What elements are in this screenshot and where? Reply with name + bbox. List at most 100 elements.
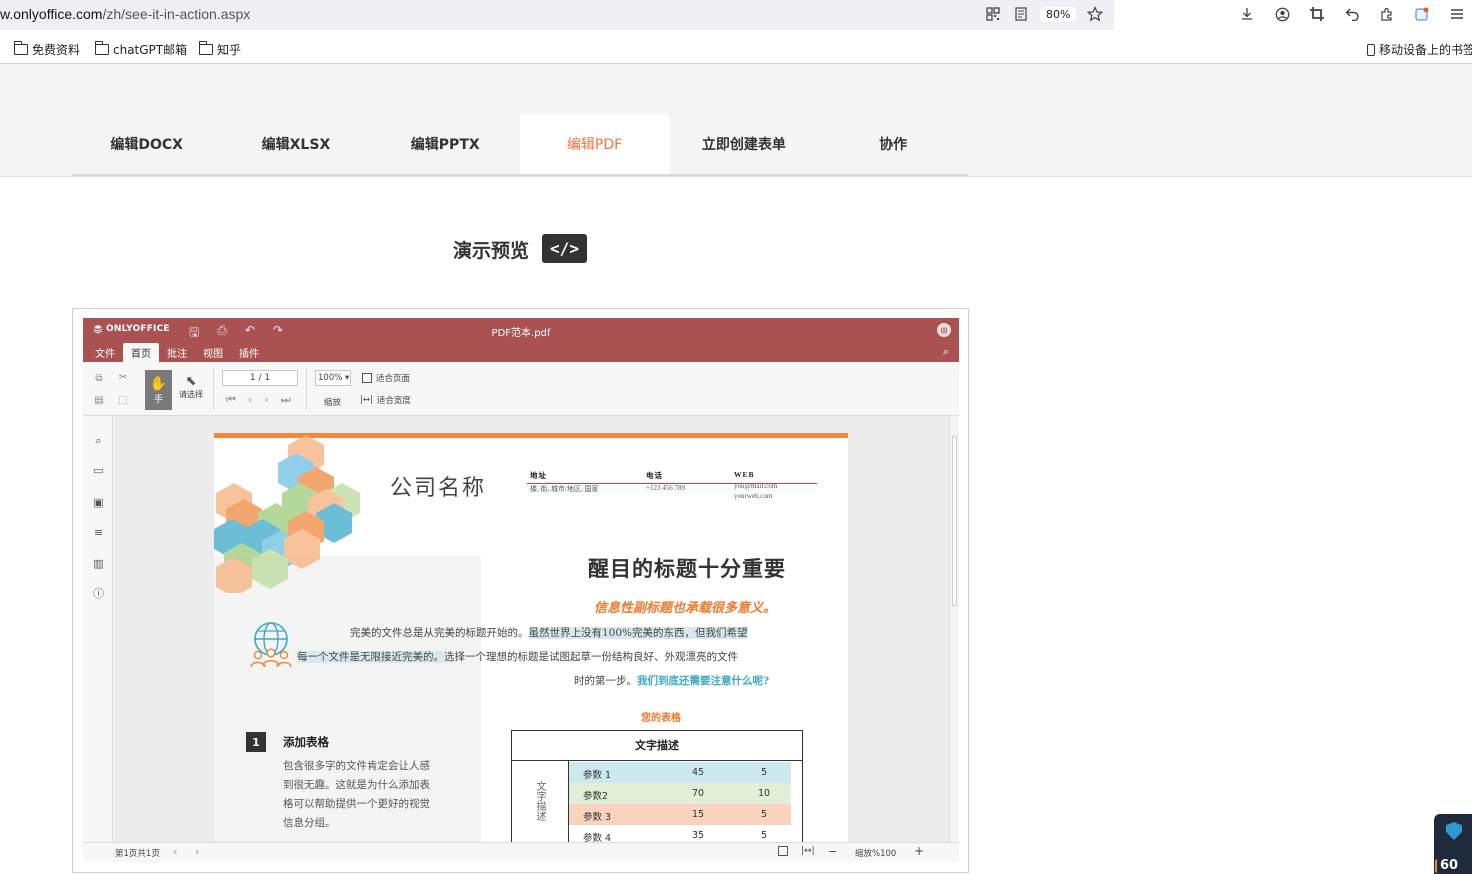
menu-plugins[interactable]: 插件 xyxy=(231,343,267,362)
editor-frame: ONLYOFFICE 🖫 ⎙ ↶ ↷ PDF范本.pdf ⊞ 文件 首页 批注 … xyxy=(72,308,969,873)
paste-icon[interactable]: ▤ xyxy=(93,395,105,406)
search-icon[interactable]: ⌕ xyxy=(92,434,105,447)
row-value-b: 10 xyxy=(758,788,771,799)
info-icon[interactable]: ⓘ xyxy=(92,587,105,600)
bookmark-folder-chatgpt-mail[interactable]: chatGPT邮箱 xyxy=(95,41,187,58)
security-widget[interactable]: 60 xyxy=(1434,814,1472,874)
bookmark-folder-zhihu[interactable]: 知乎 xyxy=(199,41,241,58)
chat-icon[interactable]: ▣ xyxy=(92,496,105,509)
address-heading: 地址 xyxy=(530,471,547,480)
paragraph-text: 选择一个理想的标题是试图起草一份结构良好、外观漂亮的文件 xyxy=(444,651,738,663)
menu-file[interactable]: 文件 xyxy=(87,343,123,362)
page-count-status: 第1页共1页 xyxy=(115,849,160,859)
table-row: 参数 4 35 5 xyxy=(569,825,791,842)
scrollbar-thumb[interactable] xyxy=(952,436,957,606)
app-menu-icon[interactable] xyxy=(1448,5,1466,23)
copy-icon[interactable]: ⧉ xyxy=(93,373,105,384)
navigation-icon[interactable]: ≡ xyxy=(92,526,105,539)
thumbnails-icon[interactable]: ▥ xyxy=(92,557,105,570)
address-bar[interactable]: w.onlyoffice.com/zh/see-it-in-action.asp… xyxy=(0,0,1114,30)
hand-icon: ✋ xyxy=(149,375,168,392)
section-body-line: 到很无趣。这就是为什么添加表 xyxy=(283,779,430,791)
select-all-icon[interactable]: ⬚ xyxy=(117,395,129,406)
bookmark-star-icon[interactable] xyxy=(1086,5,1104,23)
select-tool-label: 请选择 xyxy=(179,390,203,399)
tab-edit-docx[interactable]: 编辑DOCX xyxy=(72,114,221,174)
address-bar-actions: 80% xyxy=(984,5,1104,23)
fit-page-icon[interactable] xyxy=(778,846,788,856)
status-prev-page-icon[interactable]: ‹ xyxy=(173,845,177,858)
menu-home[interactable]: 首页 xyxy=(123,343,159,362)
tab-edit-pptx[interactable]: 编辑PPTX xyxy=(371,114,520,174)
contact-divider xyxy=(527,483,817,484)
editor-ribbon: ⧉ ✂ ▤ ⬚ ✋ 手 ⬉ 请选择 1 / 1 ⏮ ‹ › ⏭ 100% ▾ 缩… xyxy=(83,362,959,416)
comments-icon[interactable]: ▭ xyxy=(92,464,105,477)
hand-tool-label: 手 xyxy=(153,394,163,405)
cut-icon[interactable]: ✂ xyxy=(117,372,129,383)
menu-comment[interactable]: 批注 xyxy=(159,343,195,362)
hexagon-logo-graphic xyxy=(214,435,360,593)
page-number-input[interactable]: 1 / 1 xyxy=(222,370,298,386)
row-value-a: 70 xyxy=(692,788,705,799)
folder-icon xyxy=(95,41,109,55)
hand-tool-button[interactable]: ✋ 手 xyxy=(145,370,172,410)
highlighted-text: 虽然世界上没有100%完美的东西，但我们希望 xyxy=(528,627,748,639)
website-value: yourweb.com xyxy=(734,492,773,500)
url-host: w.onlyoffice.com xyxy=(0,6,103,22)
status-next-page-icon[interactable]: › xyxy=(195,845,199,858)
embed-code-button[interactable]: </> xyxy=(542,234,587,263)
body-paragraph-line-3: 时的第一步。我们到底还需要注意什么呢? xyxy=(574,673,769,688)
zoom-label: 缩放 xyxy=(324,398,342,408)
row-label: 参数 3 xyxy=(583,812,612,823)
document-workspace[interactable]: 公司名称 地址 楼, 街, 城市/地区, 国家 电话 +123 456 789 … xyxy=(114,416,949,842)
tab-edit-pdf[interactable]: 编辑PDF xyxy=(519,114,670,174)
shield-icon xyxy=(1446,822,1462,840)
extensions-icon[interactable] xyxy=(1378,5,1396,23)
bookmark-folder-free-materials[interactable]: 免费资料 xyxy=(14,41,80,58)
paragraph-text: 时的第一步。 xyxy=(574,675,637,687)
tab-edit-xlsx[interactable]: 编辑XLSX xyxy=(221,114,370,174)
fit-width-icon[interactable]: |↔| xyxy=(801,846,815,856)
reader-view-icon[interactable] xyxy=(1012,5,1030,23)
first-page-icon[interactable]: ⏮ xyxy=(226,393,236,407)
last-page-icon[interactable]: ⏭ xyxy=(281,393,291,407)
zoom-select[interactable]: 100% ▾ xyxy=(315,370,351,386)
paragraph-text: 完美的文件总是从完美的标题开始的。 xyxy=(350,627,529,639)
search-icon[interactable]: ⌕ xyxy=(943,345,949,359)
fit-page-button[interactable]: 适合页面 xyxy=(362,372,410,384)
prev-page-icon[interactable]: ‹ xyxy=(248,393,252,407)
translate-extension-icon[interactable] xyxy=(1413,5,1431,23)
chevron-down-icon: ▾ xyxy=(342,373,350,383)
url-text[interactable]: w.onlyoffice.com/zh/see-it-in-action.asp… xyxy=(0,6,250,22)
left-panel: ⌕ ▭ ▣ ≡ ▥ ⓘ xyxy=(83,416,113,842)
vertical-scrollbar[interactable] xyxy=(949,416,959,842)
tab-create-form[interactable]: 立即创建表单 xyxy=(669,114,818,174)
editor-titlebar: ONLYOFFICE 🖫 ⎙ ↶ ↷ PDF范本.pdf ⊞ 文件 首页 批注 … xyxy=(83,318,959,362)
ribbon-divider xyxy=(213,368,214,410)
zoom-status: 缩放%100 xyxy=(855,849,897,859)
headline: 醒目的标题十分重要 xyxy=(588,556,786,581)
undo-icon[interactable] xyxy=(1343,5,1361,23)
qr-code-icon[interactable] xyxy=(984,5,1002,23)
zoom-out-icon[interactable]: − xyxy=(828,845,837,858)
phone-heading: 电话 xyxy=(646,471,663,480)
tab-collaboration[interactable]: 协作 xyxy=(818,114,967,174)
select-tool-button[interactable]: ⬉ 请选择 xyxy=(177,374,205,400)
download-icon[interactable] xyxy=(1238,5,1256,23)
product-tabs: 编辑DOCX 编辑XLSX 编辑PPTX 编辑PDF 立即创建表单 协作 xyxy=(72,114,968,176)
subheadline: 信息性副标题也承载很多意义。 xyxy=(594,601,777,616)
crop-screenshot-icon[interactable] xyxy=(1308,5,1326,23)
next-page-icon[interactable]: › xyxy=(264,393,268,407)
web-heading: WEB xyxy=(734,470,755,479)
user-avatar[interactable]: ⊞ xyxy=(937,323,951,337)
fit-width-button[interactable]: |↔| 适合宽度 xyxy=(360,394,411,406)
zoom-in-icon[interactable]: + xyxy=(914,844,924,858)
phone-value: +123 456 789 xyxy=(646,484,685,492)
mobile-bookmarks[interactable]: 移动设备上的书签 xyxy=(1367,41,1472,58)
row-value-a: 15 xyxy=(692,809,705,820)
document-name: PDF范本.pdf xyxy=(491,328,551,339)
menu-view[interactable]: 视图 xyxy=(195,343,231,362)
zoom-level-badge[interactable]: 80% xyxy=(1040,6,1077,22)
account-icon[interactable] xyxy=(1273,5,1291,23)
bookmark-label: chatGPT邮箱 xyxy=(113,43,188,57)
